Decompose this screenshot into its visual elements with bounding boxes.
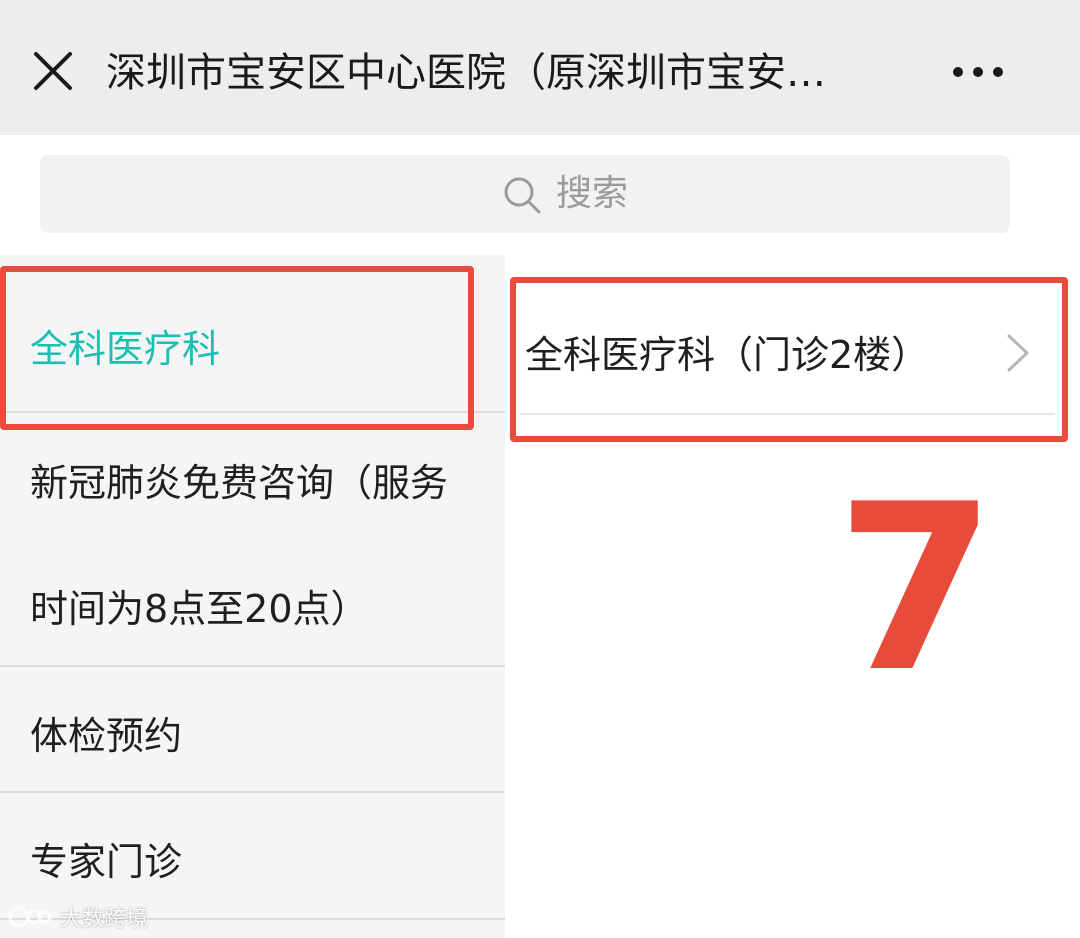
watermark-logo-icon: [8, 904, 52, 930]
search-input[interactable]: 搜索: [40, 155, 1010, 233]
close-icon[interactable]: [30, 48, 76, 94]
sidebar-item-health-checkup[interactable]: 体检预约: [0, 667, 505, 791]
watermark: 大数跨境: [8, 900, 148, 934]
title-bar: 深圳市宝安区中心医院（原深圳市宝安…: [0, 0, 1080, 135]
sidebar-item-label-line2: 时间为8点至20点）: [30, 587, 369, 631]
search-area: 搜索: [0, 135, 1050, 255]
sidebar-item-label: 专家门诊: [30, 840, 183, 884]
page-title: 深圳市宝安区中心医院（原深圳市宝安…: [106, 50, 826, 96]
annotation-highlight-sidebar: [0, 266, 474, 430]
sidebar-item-label-line1: 新冠肺炎免费咨询（服务: [30, 461, 449, 505]
more-icon[interactable]: [950, 60, 1006, 84]
sidebar-item-label: 体检预约: [30, 714, 183, 758]
annotation-highlight-content: [510, 277, 1068, 442]
annotation-step-number: 7: [836, 456, 997, 723]
search-placeholder: 搜索: [556, 173, 629, 214]
search-icon: [502, 175, 542, 215]
watermark-text: 大数跨境: [60, 907, 149, 932]
sidebar-item-covid-consultation[interactable]: 新冠肺炎免费咨询（服务 时间为8点至20点）: [0, 414, 505, 666]
